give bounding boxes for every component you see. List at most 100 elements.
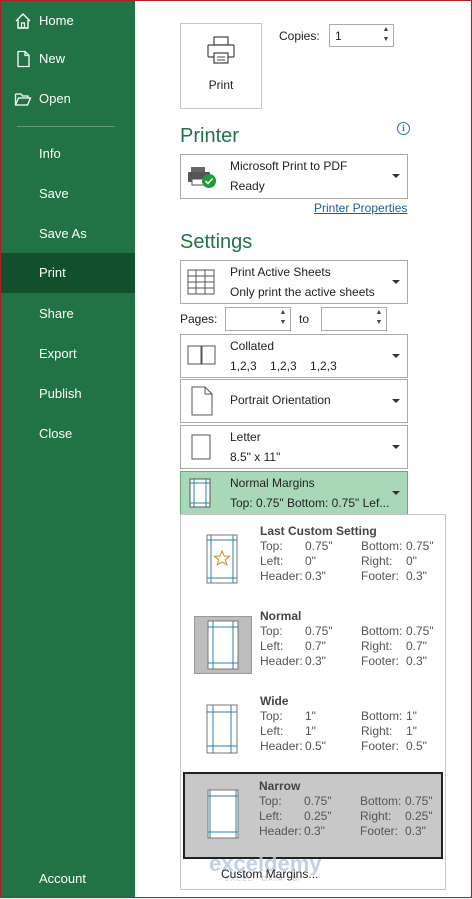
spin-up-icon[interactable]: ▲	[278, 309, 288, 316]
top-value: 0.75"	[305, 539, 333, 553]
header-value: 0.5"	[305, 739, 326, 753]
sheet-grid-icon	[187, 269, 215, 295]
print-scope-sub: Only print the active sheets	[230, 285, 375, 299]
sidebar-item-label: Save	[39, 186, 69, 201]
info-icon[interactable]: i	[397, 122, 410, 135]
left-value: 0"	[305, 554, 316, 568]
bottom-value: 1"	[406, 709, 417, 723]
sidebar-item-label: Close	[39, 426, 73, 441]
sidebar-item-label: Share	[39, 306, 74, 321]
margin-option-last-custom[interactable]: Last Custom Setting Top: 0.75" Bottom: 0…	[182, 516, 444, 602]
header-label: Header:	[259, 824, 302, 838]
sidebar-item-export[interactable]: Export	[1, 334, 135, 374]
print-button-label: Print	[208, 78, 234, 92]
bottom-value: 0.75"	[406, 539, 434, 553]
printer-dropdown[interactable]: Microsoft Print to PDF Ready	[180, 154, 408, 199]
print-scope-dropdown[interactable]: Print Active Sheets Only print the activ…	[180, 260, 408, 304]
sidebar-item-print[interactable]: Print	[1, 253, 135, 293]
custom-margins-star-icon	[206, 534, 238, 584]
top-value: 0.75"	[305, 624, 333, 638]
margins-dropdown[interactable]: Normal Margins Top: 0.75" Bottom: 0.75" …	[180, 471, 408, 515]
left-label: Left:	[260, 639, 284, 653]
right-value: 1"	[406, 724, 417, 738]
orientation-dropdown[interactable]: Portrait Orientation	[180, 379, 408, 423]
custom-margins-item[interactable]: Custom Margins...	[221, 867, 318, 881]
paper-size-icon	[191, 434, 211, 460]
chevron-down-icon	[392, 491, 400, 495]
header-label: Header:	[260, 569, 303, 583]
sidebar-item-label: Account	[39, 871, 86, 886]
sidebar-item-label: Info	[39, 146, 61, 161]
printer-icon	[207, 36, 235, 64]
bottom-label: Bottom:	[361, 709, 403, 723]
sidebar-item-info[interactable]: Info	[1, 134, 135, 174]
sidebar-item-save[interactable]: Save	[1, 174, 135, 214]
backstage-sidebar: Home New Open Info Save Save As Print Sh…	[1, 1, 135, 897]
sidebar-item-account[interactable]: Account	[1, 859, 135, 899]
top-label: Top:	[260, 624, 283, 638]
margin-option-name: Normal	[260, 609, 302, 623]
sidebar-item-label: Home	[39, 13, 74, 28]
pages-to-input[interactable]: ▲ ▼	[321, 307, 387, 331]
spin-up-icon[interactable]: ▲	[374, 309, 384, 316]
portrait-page-icon	[191, 386, 213, 416]
right-label: Right:	[361, 639, 393, 653]
spin-down-icon[interactable]: ▼	[381, 36, 391, 43]
sidebar-item-home[interactable]: Home	[1, 1, 135, 41]
spin-up-icon[interactable]: ▲	[381, 26, 391, 33]
normal-margins-icon	[194, 616, 252, 674]
sidebar-item-publish[interactable]: Publish	[1, 374, 135, 414]
paper-size-dropdown[interactable]: Letter 8.5" x 11"	[180, 425, 408, 469]
spin-down-icon[interactable]: ▼	[374, 319, 384, 326]
sidebar-item-label: Print	[39, 265, 66, 280]
collation-sub: 1,2,3 1,2,3 1,2,3	[230, 359, 337, 373]
sidebar-item-save-as[interactable]: Save As	[1, 214, 135, 254]
bottom-value: 0.75"	[406, 624, 434, 638]
narrow-margins-icon	[207, 789, 239, 839]
header-label: Header:	[260, 654, 303, 668]
header-value: 0.3"	[305, 654, 326, 668]
header-label: Header:	[260, 739, 303, 753]
chevron-down-icon	[392, 399, 400, 403]
printer-section-title: Printer	[180, 125, 239, 147]
margin-option-normal[interactable]: Normal Top: 0.75" Bottom: 0.75" Left: 0.…	[182, 601, 444, 687]
margin-option-wide[interactable]: Wide Top: 1" Bottom: 1" Left: 1" Right: …	[182, 686, 444, 772]
footer-value: 0.3"	[406, 654, 427, 668]
sidebar-item-new[interactable]: New	[1, 39, 135, 79]
right-label: Right:	[361, 554, 393, 568]
spin-down-icon[interactable]: ▼	[278, 319, 288, 326]
margin-option-narrow[interactable]: Narrow Top: 0.75" Bottom: 0.75" Left: 0.…	[183, 772, 443, 859]
bottom-label: Bottom:	[361, 539, 403, 553]
sidebar-divider	[17, 126, 115, 127]
right-value: 0.7"	[406, 639, 427, 653]
sidebar-item-share[interactable]: Share	[1, 294, 135, 334]
print-button[interactable]: Print	[180, 23, 262, 109]
sidebar-item-open[interactable]: Open	[1, 79, 135, 119]
copies-value: 1	[335, 29, 342, 43]
new-document-icon	[17, 50, 30, 68]
sidebar-item-close[interactable]: Close	[1, 414, 135, 454]
print-pane: Print Copies: 1 ▲ ▼ Printer i Microsoft …	[136, 1, 470, 897]
left-label: Left:	[260, 724, 284, 738]
footer-label: Footer:	[361, 739, 400, 753]
printer-properties-link[interactable]: Printer Properties	[314, 201, 407, 215]
left-label: Left:	[259, 809, 283, 823]
pages-label: Pages:	[180, 312, 218, 326]
chevron-down-icon	[392, 445, 400, 449]
collation-dropdown[interactable]: Collated 1,2,3 1,2,3 1,2,3	[180, 334, 408, 378]
copies-stepper[interactable]: 1 ▲ ▼	[329, 24, 394, 47]
footer-label: Footer:	[361, 569, 400, 583]
sidebar-item-label: Publish	[39, 386, 82, 401]
chevron-down-icon	[392, 280, 400, 284]
header-value: 0.3"	[304, 824, 325, 838]
sidebar-item-label: Export	[39, 346, 77, 361]
top-label: Top:	[259, 794, 282, 808]
header-value: 0.3"	[305, 569, 326, 583]
sidebar-item-label: Open	[39, 91, 71, 106]
top-label: Top:	[260, 709, 283, 723]
left-value: 1"	[305, 724, 316, 738]
pages-from-input[interactable]: ▲ ▼	[225, 307, 291, 331]
collated-pages-icon	[187, 345, 216, 365]
paper-size-label: Letter	[230, 430, 261, 444]
bottom-label: Bottom:	[360, 794, 402, 808]
